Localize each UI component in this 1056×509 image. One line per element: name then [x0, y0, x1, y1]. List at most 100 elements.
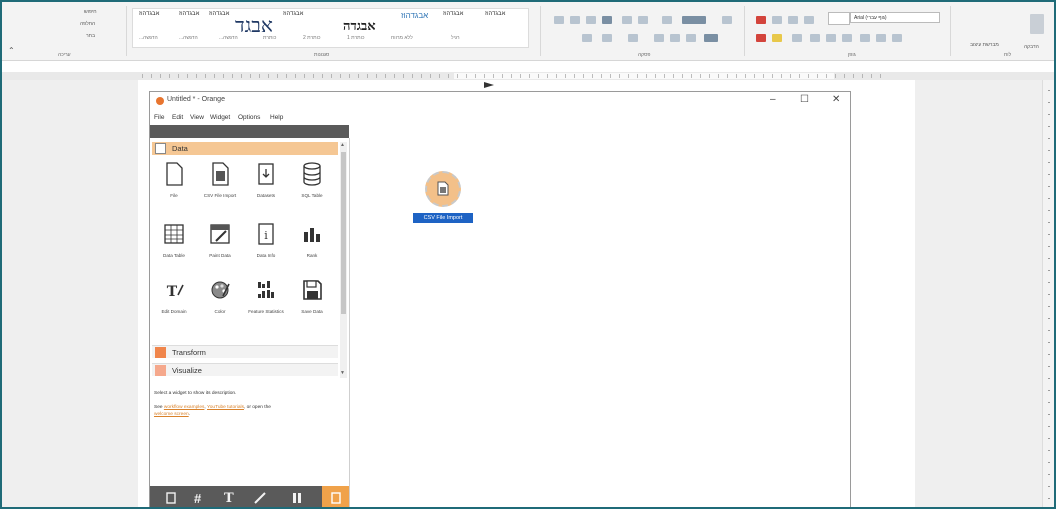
- shading-icon[interactable]: [582, 34, 592, 42]
- font-color-icon[interactable]: [756, 34, 766, 42]
- strikethrough-icon[interactable]: [842, 34, 852, 42]
- show-marks-icon[interactable]: [602, 16, 612, 24]
- line-spacing-icon[interactable]: [628, 34, 638, 42]
- superscript-icon[interactable]: [810, 34, 820, 42]
- style-heading1[interactable]: אבגדה: [343, 18, 376, 34]
- widget-csv-file-import[interactable]: CSV File Import: [198, 162, 242, 220]
- select-button[interactable]: בחר: [86, 33, 95, 39]
- menu-view[interactable]: View: [190, 114, 204, 121]
- widget-label: Data Table: [163, 253, 185, 258]
- category-label: Transform: [172, 348, 206, 357]
- subscript-icon[interactable]: [826, 34, 836, 42]
- arrow-icon[interactable]: [254, 492, 266, 504]
- data-category-icon: [155, 143, 166, 154]
- shrink-font-icon[interactable]: [788, 16, 798, 24]
- style-item[interactable]: אבגדהוז: [139, 11, 159, 17]
- orange-window[interactable]: Untitled * - Orange – ☐ ✕ File Edit View…: [149, 91, 851, 507]
- widget-save-data[interactable]: Save Data: [290, 278, 334, 336]
- indent-icon[interactable]: [622, 16, 632, 24]
- ribbon-separator: [126, 6, 127, 56]
- rank-icon: [304, 228, 320, 242]
- paste-icon[interactable]: [1030, 14, 1044, 34]
- style-item[interactable]: אבגדהוז: [485, 11, 505, 17]
- file-icon: [166, 162, 183, 186]
- style-item[interactable]: אבגדהוז: [443, 11, 463, 17]
- ltr-icon[interactable]: [570, 16, 580, 24]
- widget-label: Feature Statistics: [248, 309, 284, 314]
- align-center-icon[interactable]: [670, 34, 680, 42]
- bold-icon[interactable]: [892, 34, 902, 42]
- replace-button[interactable]: החלפה: [80, 21, 95, 27]
- style-item[interactable]: אבגדהוז: [179, 11, 199, 17]
- scroll-down-icon[interactable]: ▼: [340, 370, 345, 376]
- paste-button[interactable]: הדבקה: [1024, 44, 1039, 50]
- clear-format-icon[interactable]: [756, 16, 766, 24]
- widget-rank[interactable]: Rank: [290, 222, 334, 280]
- menu-help[interactable]: Help: [270, 114, 283, 121]
- menu-file[interactable]: File: [154, 114, 164, 121]
- category-data[interactable]: Data: [152, 142, 338, 155]
- numbering-icon[interactable]: [682, 16, 706, 24]
- youtube-tutorials-link[interactable]: YouTube tutorials: [207, 405, 244, 410]
- widget-datasets[interactable]: Datasets: [244, 162, 288, 220]
- style-sub-label: כותרת: [263, 35, 277, 41]
- maximize-button[interactable]: ☐: [800, 94, 809, 105]
- style-item[interactable]: אבגדהוז: [283, 11, 303, 17]
- borders-icon[interactable]: [602, 34, 612, 42]
- text-effects-icon[interactable]: [792, 34, 802, 42]
- minimize-button[interactable]: –: [770, 94, 776, 105]
- rtl-icon[interactable]: [554, 16, 564, 24]
- workflow-examples-link[interactable]: workflow examples: [164, 405, 205, 410]
- widget-data-table[interactable]: Data Table: [152, 222, 196, 280]
- table-icon: [164, 224, 184, 244]
- menu-edit[interactable]: Edit: [172, 114, 183, 121]
- vertical-ruler[interactable]: [1042, 80, 1054, 507]
- svg-text:i: i: [264, 229, 268, 242]
- bullets-icon[interactable]: [722, 16, 732, 24]
- grid-icon[interactable]: #: [194, 491, 201, 506]
- justify-icon[interactable]: [704, 34, 718, 42]
- widget-paint-data[interactable]: Paint Data: [198, 222, 242, 280]
- scroll-up-icon[interactable]: ▲: [340, 142, 345, 148]
- style-sub-label: ...הדגשה: [179, 35, 198, 41]
- align-right-icon[interactable]: [654, 34, 664, 42]
- title-bar[interactable]: Untitled * - Orange – ☐ ✕: [150, 92, 850, 110]
- sort-icon[interactable]: [586, 16, 596, 24]
- multilevel-list-icon[interactable]: [662, 16, 672, 24]
- welcome-screen-link[interactable]: welcome screen: [154, 412, 189, 417]
- widget-file[interactable]: File: [152, 162, 196, 220]
- widget-color[interactable]: Color: [198, 278, 242, 336]
- category-visualize[interactable]: Visualize: [152, 363, 338, 376]
- info-icon[interactable]: [166, 492, 176, 504]
- find-button[interactable]: חיפוש: [84, 9, 97, 15]
- canvas-node-csv-file-import[interactable]: [425, 171, 461, 207]
- close-button[interactable]: ✕: [832, 94, 840, 105]
- horizontal-ruler[interactable]: [2, 72, 1054, 80]
- pause-icon[interactable]: [292, 492, 302, 504]
- widget-sql-table[interactable]: SQL Table: [290, 162, 334, 220]
- widget-data-info[interactable]: i Data Info: [244, 222, 288, 280]
- menu-options[interactable]: Options: [238, 114, 260, 121]
- styles-gallery[interactable]: אבגדהוז אבגדהוז אבגדהוז אבגד אבגדהוז אבג…: [132, 8, 529, 48]
- menu-widget[interactable]: Widget: [210, 114, 230, 121]
- canvas-node-label[interactable]: CSV File Import: [413, 213, 473, 223]
- category-transform[interactable]: Transform: [152, 345, 338, 358]
- font-size-box[interactable]: [828, 12, 850, 25]
- format-painter-button[interactable]: מברשת עיצוב: [970, 42, 999, 48]
- category-label: Visualize: [172, 366, 202, 375]
- highlight-icon[interactable]: [772, 34, 782, 42]
- font-name-box[interactable]: Arial (גוף עברי): [850, 12, 940, 23]
- widget-feature-statistics[interactable]: Feature Statistics: [244, 278, 288, 336]
- grow-font-icon[interactable]: [804, 16, 814, 24]
- italic-icon[interactable]: [876, 34, 886, 42]
- widget-edit-domain[interactable]: T Edit Domain: [152, 278, 196, 336]
- scrollbar-thumb[interactable]: [341, 152, 346, 314]
- align-left-icon[interactable]: [686, 34, 696, 42]
- help-button[interactable]: [322, 486, 349, 507]
- underline-icon[interactable]: [860, 34, 870, 42]
- style-item[interactable]: אבגדהוז: [401, 11, 428, 20]
- style-item[interactable]: אבגדהוז: [209, 11, 229, 17]
- text-icon[interactable]: T: [224, 491, 234, 506]
- outdent-icon[interactable]: [638, 16, 648, 24]
- change-case-icon[interactable]: [772, 16, 782, 24]
